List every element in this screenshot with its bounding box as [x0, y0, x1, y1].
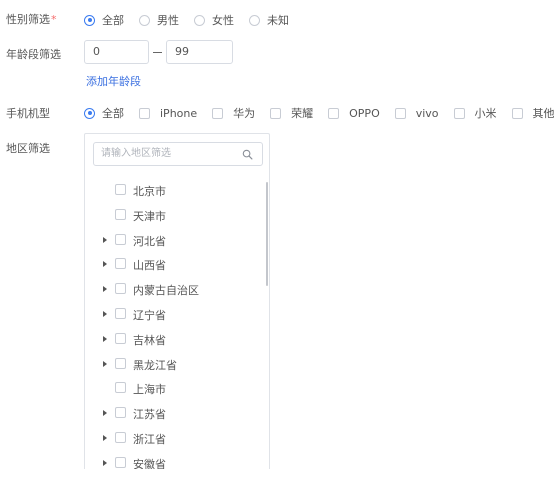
caret-right-icon[interactable] [103, 236, 107, 243]
region-item-label: 浙江省 [133, 433, 166, 446]
region-tree-item[interactable]: 河北省 [85, 230, 265, 250]
device-option-label: iPhone [160, 106, 198, 120]
device-option-honor[interactable]: 荣耀 [270, 105, 313, 121]
region-tree-item[interactable]: 内蒙古自治区 [85, 279, 265, 299]
region-tree-item[interactable]: 辽宁省 [85, 304, 265, 324]
checkbox[interactable] [115, 407, 126, 419]
region-item-label: 吉林省 [133, 333, 166, 347]
checkbox[interactable] [115, 208, 126, 220]
device-option-vivo[interactable]: vivo [394, 106, 439, 120]
gender-option-label: 全部 [102, 14, 124, 27]
device-option-label: 华为 [233, 107, 256, 120]
region-item-label: 安徽省 [133, 457, 166, 469]
checkbox[interactable] [115, 184, 126, 195]
age-min-input[interactable]: 0 [84, 40, 149, 64]
checkbox[interactable] [212, 107, 224, 119]
region-tree-item[interactable]: 北京市 [85, 180, 265, 200]
caret-right-icon[interactable] [103, 459, 107, 466]
checkbox[interactable] [115, 357, 126, 369]
caret-right-icon[interactable] [103, 311, 107, 317]
gender-filter-label: 性别筛选* [6, 13, 57, 26]
region-tree-item[interactable]: 上海市 [85, 378, 265, 398]
caret-right-icon[interactable] [103, 261, 107, 268]
device-option-label: vivo [415, 106, 439, 120]
gender-option-male[interactable]: 男性 [139, 12, 179, 28]
region-tree-item[interactable]: 江苏省 [85, 403, 265, 423]
device-option-label: OPPO [349, 106, 380, 120]
device-option-huawei[interactable]: 华为 [212, 105, 255, 121]
region-item-label: 北京市 [133, 185, 166, 198]
checkbox[interactable] [115, 233, 126, 245]
region-item-label: 辽宁省 [133, 309, 166, 322]
checkbox[interactable] [511, 107, 523, 119]
radio[interactable] [249, 14, 260, 26]
gender-option-all[interactable]: 全部 [84, 12, 124, 28]
checkbox[interactable] [139, 107, 150, 119]
region-tree-item[interactable]: 黑龙江省 [85, 354, 265, 374]
checkbox[interactable] [115, 432, 126, 443]
device-option-all[interactable]: 全部 [84, 105, 124, 121]
device-option-label: 其他机型 [532, 107, 554, 120]
region-item-label: 上海市 [133, 383, 166, 397]
caret-right-icon[interactable] [103, 360, 107, 367]
checkbox[interactable] [115, 308, 126, 319]
radio[interactable] [139, 14, 150, 26]
region-tree-item[interactable]: 山西省 [85, 254, 265, 274]
region-item-label: 黑龙江省 [133, 358, 177, 372]
radio-checked[interactable] [84, 14, 95, 26]
radio-checked[interactable] [84, 107, 95, 119]
radio[interactable] [194, 14, 205, 26]
region-filter-label: 地区筛选 [6, 142, 50, 155]
region-item-label: 内蒙古自治区 [133, 284, 199, 298]
region-search-input[interactable]: 请输入地区筛选 [93, 142, 263, 166]
caret-right-icon[interactable] [103, 286, 107, 293]
region-tree-item[interactable]: 浙江省 [85, 428, 265, 448]
gender-option-female[interactable]: 女性 [194, 12, 234, 28]
region-search-placeholder: 请输入地区筛选 [101, 148, 171, 159]
region-item-label: 山西省 [133, 259, 166, 273]
region-tree-item[interactable]: 吉林省 [85, 329, 265, 349]
add-age-range-link[interactable]: 添加年龄段 [86, 73, 141, 89]
checkbox[interactable] [453, 107, 465, 119]
device-option-label: 全部 [102, 107, 124, 120]
device-filter-label: 手机机型 [6, 107, 50, 120]
search-icon[interactable] [242, 149, 253, 160]
caret-right-icon[interactable] [103, 335, 107, 342]
checkbox[interactable] [115, 283, 126, 295]
checkbox[interactable] [328, 107, 340, 119]
device-option-iphone[interactable]: iPhone [139, 107, 197, 120]
age-max-input[interactable]: 99 [166, 40, 233, 64]
range-dash [153, 52, 162, 53]
caret-right-icon[interactable] [103, 435, 107, 441]
checkbox[interactable] [115, 382, 126, 394]
gender-option-label: 男性 [157, 14, 179, 27]
caret-right-icon[interactable] [103, 410, 107, 417]
region-tree-item[interactable]: 天津市 [85, 205, 265, 225]
gender-radio-group: 全部 男性 女性 未知 [84, 12, 289, 28]
device-option-xiaomi[interactable]: 小米 [453, 105, 497, 121]
device-option-oppo[interactable]: OPPO [328, 107, 380, 120]
required-mark: * [51, 13, 57, 26]
device-option-group: 全部 iPhone 华为 荣耀 OPPO vivo 小米 其他机型 [84, 105, 554, 121]
gender-option-label: 女性 [212, 14, 234, 27]
scrollbar-thumb[interactable] [266, 182, 268, 286]
checkbox[interactable] [115, 258, 126, 270]
checkbox[interactable] [270, 107, 282, 119]
age-filter-label: 年龄段筛选 [6, 48, 61, 61]
checkbox[interactable] [394, 107, 406, 119]
region-item-label: 河北省 [133, 234, 166, 248]
checkbox[interactable] [115, 456, 126, 468]
device-option-label: 小米 [474, 107, 497, 120]
checkbox[interactable] [115, 332, 126, 344]
device-option-other[interactable]: 其他机型 [511, 105, 554, 121]
region-item-label: 江苏省 [133, 408, 166, 422]
region-tree-item[interactable]: 安徽省 [85, 453, 265, 469]
device-option-label: 荣耀 [291, 107, 314, 120]
region-tree-panel: 请输入地区筛选 北京市天津市河北省山西省内蒙古自治区 辽宁省吉林省黑龙江省上海市江… [84, 133, 270, 469]
region-item-label: 天津市 [133, 209, 166, 223]
gender-option-unknown[interactable]: 未知 [249, 12, 289, 28]
gender-option-label: 未知 [267, 14, 289, 27]
